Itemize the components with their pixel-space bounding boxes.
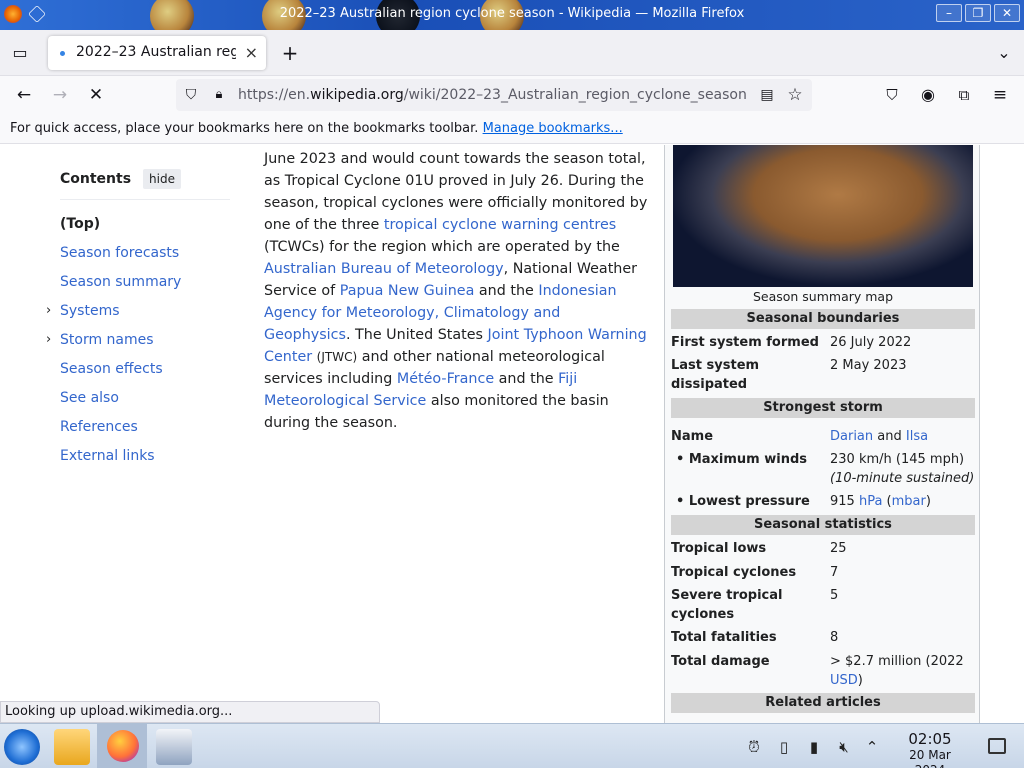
link-bom[interactable]: Australian Bureau of Meteorology xyxy=(264,261,504,277)
bookmarks-toolbar: For quick access, place your bookmarks h… xyxy=(0,114,1024,144)
battery-icon[interactable]: ▮ xyxy=(804,737,824,757)
forward-arrow-icon[interactable]: → xyxy=(49,84,71,106)
page-content: Contents hide (Top) Season forecasts Sea… xyxy=(0,145,1024,723)
toc-item-external-links[interactable]: External links xyxy=(60,448,230,477)
toc-item-season-summary[interactable]: Season summary xyxy=(60,274,230,303)
minimize-button[interactable]: – xyxy=(936,4,962,22)
link-ilsa[interactable]: Ilsa xyxy=(906,429,928,444)
infobox-value: 7 xyxy=(830,565,839,580)
toc-item-storm-names[interactable]: › Storm names xyxy=(46,332,230,361)
infobox-header: Strongest storm xyxy=(671,398,975,418)
toc-item-systems[interactable]: › Systems xyxy=(46,303,230,332)
tab-strip: ▭ 2022–23 Australian regio × + ⌄ xyxy=(0,30,1024,76)
infobox-key: Total fatalities xyxy=(671,630,777,645)
table-of-contents: Contents hide (Top) Season forecasts Sea… xyxy=(46,169,230,477)
show-desktop-icon[interactable] xyxy=(988,738,1006,754)
extensions-icon[interactable]: ⧉ xyxy=(953,84,975,106)
status-text: Looking up upload.wikimedia.org... xyxy=(0,701,380,723)
toc-title: Contents xyxy=(60,171,132,187)
infobox-key: Last system dissipated xyxy=(671,358,760,392)
link-warning-centres[interactable]: tropical cyclone warning centres xyxy=(384,217,616,233)
bookmarks-hint: For quick access, place your bookmarks h… xyxy=(10,121,623,136)
lock-icon[interactable]: 🔒︎ xyxy=(208,84,230,106)
clipboard-icon[interactable]: ▯ xyxy=(774,737,794,757)
infobox-value: 2 May 2023 xyxy=(830,358,907,373)
link-meteo-france[interactable]: Météo-France xyxy=(397,371,494,387)
maximize-button[interactable]: ❐ xyxy=(965,4,991,22)
infobox-value: 25 xyxy=(830,541,847,556)
url-text[interactable]: https://en.wikipedia.org/wiki/2022–23_Au… xyxy=(238,87,747,103)
window-titlebar: 2022–23 Australian region cyclone season… xyxy=(0,0,1024,30)
tab-overview-icon[interactable]: ▭ xyxy=(9,42,31,64)
tab-close-button[interactable]: × xyxy=(245,43,258,62)
stop-loading-icon[interactable]: ✕ xyxy=(85,84,107,106)
infobox-key: First system formed xyxy=(671,335,819,350)
toc-hide-button[interactable]: hide xyxy=(143,169,181,189)
reader-view-icon[interactable]: ▤ xyxy=(756,84,778,106)
infobox-header: Seasonal boundaries xyxy=(671,309,975,329)
infobox-key: • Lowest pressure xyxy=(676,494,810,509)
tab-label: 2022–23 Australian regio xyxy=(76,44,236,60)
menu-hamburger-icon[interactable]: ≡ xyxy=(989,84,1011,106)
infobox-header: Related articles xyxy=(671,693,975,713)
toc-item-references[interactable]: References xyxy=(60,419,230,448)
link-hpa[interactable]: hPa xyxy=(859,494,882,509)
window-title: 2022–23 Australian region cyclone season… xyxy=(279,6,745,21)
infobox: Season summary map Seasonal boundaries F… xyxy=(664,145,980,723)
back-arrow-icon[interactable]: ← xyxy=(13,84,35,106)
link-mbar[interactable]: mbar xyxy=(892,494,926,509)
toc-item-season-forecasts[interactable]: Season forecasts xyxy=(60,245,230,274)
link-usd[interactable]: USD xyxy=(830,673,858,688)
infobox-key: Tropical lows xyxy=(671,541,767,556)
firefox-icon[interactable] xyxy=(107,730,139,762)
toc-item-top[interactable]: (Top) xyxy=(60,216,230,245)
account-icon[interactable]: ◉ xyxy=(917,84,939,106)
infobox-header: Seasonal statistics xyxy=(671,515,975,535)
pocket-icon[interactable]: ⛉ xyxy=(881,84,903,106)
expand-chevron-icon[interactable]: › xyxy=(46,303,51,318)
notifications-icon[interactable]: ⏰︎ xyxy=(744,737,764,757)
new-tab-button[interactable]: + xyxy=(279,42,301,64)
manage-bookmarks-link[interactable]: Manage bookmarks... xyxy=(483,121,623,136)
start-menu-icon[interactable] xyxy=(4,729,40,765)
url-bar[interactable]: ⛉ 🔒︎ https://en.wikipedia.org/wiki/2022–… xyxy=(176,79,812,111)
tray-expand-chevron-icon[interactable]: ⌃ xyxy=(862,737,882,757)
volume-muted-icon[interactable]: 🔇︎ xyxy=(834,737,854,757)
toc-item-season-effects[interactable]: Season effects xyxy=(60,361,230,390)
close-window-button[interactable]: ✕ xyxy=(994,4,1020,22)
system-monitor-icon[interactable] xyxy=(156,729,192,765)
toc-item-see-also[interactable]: See also xyxy=(60,390,230,419)
infobox-key: Total damage xyxy=(671,654,770,669)
taskbar: ⏰︎ ▯ ▮ 🔇︎ ⌃ 02:05 20 Mar 2024 xyxy=(0,723,1024,768)
bookmark-star-icon[interactable]: ☆ xyxy=(784,84,806,106)
infobox-key: Name xyxy=(671,429,714,444)
infobox-key: Severe tropical cyclones xyxy=(671,588,783,622)
infobox-key: • Maximum winds xyxy=(676,452,808,467)
link-png[interactable]: Papua New Guinea xyxy=(340,283,475,299)
list-tabs-chevron-icon[interactable]: ⌄ xyxy=(993,42,1015,64)
infobox-value: 5 xyxy=(830,588,839,603)
infobox-value: 8 xyxy=(830,630,839,645)
article-paragraph: June 2023 and would count towards the se… xyxy=(264,151,648,431)
link-darian[interactable]: Darian xyxy=(830,429,873,444)
file-manager-icon[interactable] xyxy=(54,729,90,765)
tab-active[interactable]: 2022–23 Australian regio × xyxy=(48,36,266,70)
infobox-value: 26 July 2022 xyxy=(830,335,912,350)
map-caption: Season summary map xyxy=(752,289,894,304)
shield-icon[interactable]: ⛉ xyxy=(180,84,202,106)
loading-dot-icon xyxy=(60,51,65,56)
infobox-key: Tropical cyclones xyxy=(671,565,797,580)
clock[interactable]: 02:05 20 Mar 2024 xyxy=(894,731,966,768)
season-summary-map[interactable] xyxy=(673,145,973,287)
navigation-bar: ← → ✕ ⛉ 🔒︎ https://en.wikipedia.org/wiki… xyxy=(0,76,1024,114)
expand-chevron-icon[interactable]: › xyxy=(46,332,51,347)
